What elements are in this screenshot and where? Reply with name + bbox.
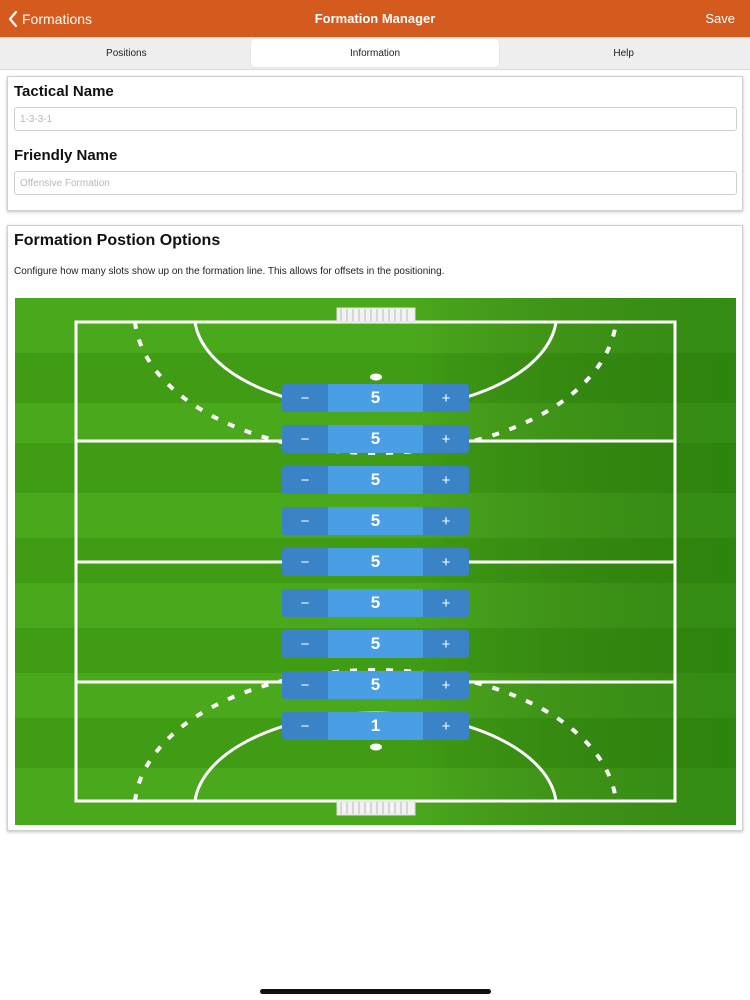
friendly-name-input[interactable] — [14, 171, 737, 195]
home-indicator — [260, 989, 491, 994]
decrement-button[interactable]: − — [282, 466, 328, 494]
slot-stepper: − 5 + — [282, 630, 469, 658]
friendly-name-label: Friendly Name — [14, 147, 118, 164]
increment-button[interactable]: + — [423, 425, 469, 453]
tab-information[interactable]: Information — [250, 39, 500, 67]
goal-top — [336, 307, 416, 323]
slot-stepper: − 5 + — [282, 507, 469, 535]
tactical-name-input[interactable] — [14, 107, 737, 131]
hockey-pitch: − 5 + − 5 + − 5 + − 5 + − 5 + − 5 + − 5 … — [15, 298, 736, 825]
increment-button[interactable]: + — [423, 384, 469, 412]
slot-count: 5 — [328, 425, 423, 453]
tactical-name-label: Tactical Name — [14, 83, 114, 100]
decrement-button[interactable]: − — [282, 507, 328, 535]
decrement-button[interactable]: − — [282, 589, 328, 617]
tab-positions[interactable]: Positions — [2, 39, 251, 67]
slot-count: 5 — [328, 589, 423, 617]
decrement-button[interactable]: − — [282, 548, 328, 576]
slot-count: 1 — [328, 712, 423, 740]
slot-count: 5 — [328, 630, 423, 658]
tab-help[interactable]: Help — [499, 39, 748, 67]
slot-count: 5 — [328, 671, 423, 699]
formation-options-card: Formation Postion Options Configure how … — [7, 225, 743, 831]
names-card: Tactical Name Friendly Name — [7, 76, 743, 211]
section-title: Formation Postion Options — [14, 232, 221, 249]
back-button-label: Formations — [22, 10, 93, 27]
goal-bottom — [336, 800, 416, 816]
slot-stepper: − 5 + — [282, 589, 469, 617]
increment-button[interactable]: + — [423, 671, 469, 699]
decrement-button[interactable]: − — [282, 425, 328, 453]
decrement-button[interactable]: − — [282, 671, 328, 699]
decrement-button[interactable]: − — [282, 712, 328, 740]
section-description: Configure how many slots show up on the … — [14, 266, 445, 277]
decrement-button[interactable]: − — [282, 384, 328, 412]
slot-count: 5 — [328, 466, 423, 494]
slot-stepper: − 5 + — [282, 671, 469, 699]
decrement-button[interactable]: − — [282, 630, 328, 658]
back-button[interactable]: Formations — [8, 0, 92, 37]
nav-bar: Formations Formation Manager Save — [0, 0, 750, 37]
save-button[interactable]: Save — [705, 0, 735, 37]
page-title: Formation Manager — [314, 11, 436, 26]
slot-stepper: − 5 + — [282, 425, 469, 453]
segmented-tabs: Positions Information Help — [0, 37, 750, 70]
slot-count: 5 — [328, 548, 423, 576]
slot-stepper: − 5 + — [282, 466, 469, 494]
slot-count: 5 — [328, 507, 423, 535]
increment-button[interactable]: + — [423, 712, 469, 740]
increment-button[interactable]: + — [423, 589, 469, 617]
slot-stepper: − 5 + — [282, 548, 469, 576]
increment-button[interactable]: + — [423, 548, 469, 576]
slot-count: 5 — [328, 384, 423, 412]
increment-button[interactable]: + — [423, 507, 469, 535]
increment-button[interactable]: + — [423, 466, 469, 494]
increment-button[interactable]: + — [423, 630, 469, 658]
slot-stepper: − 1 + — [282, 712, 469, 740]
chevron-left-icon — [8, 10, 18, 27]
slot-stepper: − 5 + — [282, 384, 469, 412]
